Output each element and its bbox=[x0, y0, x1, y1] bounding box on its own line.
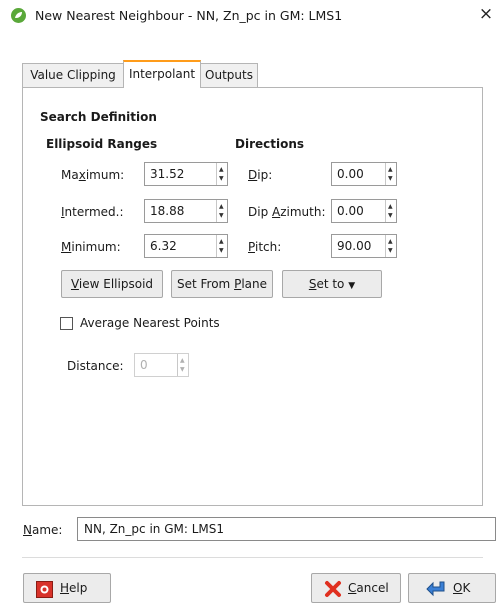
intermed-spin-arrows[interactable]: ▲ ▼ bbox=[216, 200, 227, 222]
distance-spin-arrows[interactable]: ▲ ▼ bbox=[177, 354, 188, 376]
pitch-spinbox[interactable]: 90.00 ▲ ▼ bbox=[331, 234, 397, 258]
help-lifebuoy-icon bbox=[36, 580, 53, 608]
tab-interpolant[interactable]: Interpolant bbox=[123, 60, 201, 88]
directions-heading: Directions bbox=[235, 137, 305, 151]
set-to-dropdown-button[interactable]: Set to ▼ bbox=[282, 270, 382, 298]
cancel-x-icon bbox=[324, 580, 342, 608]
distance-spinbox[interactable]: 0 ▲ ▼ bbox=[134, 353, 189, 377]
view-ellipsoid-button[interactable]: View Ellipsoid bbox=[61, 270, 163, 298]
minimum-label: Minimum: bbox=[61, 240, 121, 254]
ok-button[interactable]: OK bbox=[408, 573, 496, 603]
close-icon[interactable]: × bbox=[476, 3, 496, 25]
dip-spinbox[interactable]: 0.00 ▲ ▼ bbox=[331, 162, 397, 186]
dip-label: Dip: bbox=[248, 168, 273, 182]
minimum-spinbox[interactable]: 6.32 ▲ ▼ bbox=[144, 234, 228, 258]
maximum-spinbox[interactable]: 31.52 ▲ ▼ bbox=[144, 162, 228, 186]
help-button[interactable]: Help bbox=[23, 573, 111, 603]
footer-divider bbox=[22, 557, 483, 558]
intermed-value: 18.88 bbox=[150, 204, 185, 218]
ok-arrow-icon bbox=[425, 580, 447, 608]
section-title-search-definition: Search Definition bbox=[40, 110, 157, 124]
distance-label: Distance: bbox=[67, 359, 124, 373]
dip-azimuth-spinbox[interactable]: 0.00 ▲ ▼ bbox=[331, 199, 397, 223]
cancel-button[interactable]: Cancel bbox=[311, 573, 401, 603]
ellipsoid-ranges-heading: Ellipsoid Ranges bbox=[46, 137, 158, 151]
name-field[interactable]: NN, Zn_pc in GM: LMS1 bbox=[77, 517, 496, 541]
tab-outputs[interactable]: Outputs bbox=[200, 63, 258, 87]
app-leaf-icon bbox=[11, 8, 26, 23]
pitch-spin-arrows[interactable]: ▲ ▼ bbox=[385, 235, 396, 257]
window-title: New Nearest Neighbour - NN, Zn_pc in GM:… bbox=[35, 8, 343, 23]
distance-value: 0 bbox=[140, 358, 148, 372]
tab-value-clipping[interactable]: Value Clipping bbox=[22, 63, 124, 87]
maximum-label: Maximum: bbox=[61, 168, 125, 182]
maximum-spin-arrows[interactable]: ▲ ▼ bbox=[216, 163, 227, 185]
dip-spin-arrows[interactable]: ▲ ▼ bbox=[385, 163, 396, 185]
name-label: Name: bbox=[23, 523, 63, 537]
dip-azimuth-label: Dip Azimuth: bbox=[248, 205, 326, 219]
average-nearest-points-label: Average Nearest Points bbox=[80, 316, 220, 330]
pitch-value: 90.00 bbox=[337, 239, 372, 253]
pitch-label: Pitch: bbox=[248, 240, 282, 254]
name-field-value: NN, Zn_pc in GM: LMS1 bbox=[84, 522, 224, 536]
minimum-value: 6.32 bbox=[150, 239, 177, 253]
intermed-spinbox[interactable]: 18.88 ▲ ▼ bbox=[144, 199, 228, 223]
dip-azimuth-spin-arrows[interactable]: ▲ ▼ bbox=[385, 200, 396, 222]
average-nearest-points-checkbox[interactable] bbox=[60, 317, 73, 330]
chevron-down-icon: ▼ bbox=[348, 281, 356, 291]
maximum-value: 31.52 bbox=[150, 167, 185, 181]
set-from-plane-button[interactable]: Set From Plane bbox=[171, 270, 273, 298]
title-bar: New Nearest Neighbour - NN, Zn_pc in GM:… bbox=[0, 0, 500, 30]
dip-value: 0.00 bbox=[337, 167, 364, 181]
dip-azimuth-value: 0.00 bbox=[337, 204, 364, 218]
minimum-spin-arrows[interactable]: ▲ ▼ bbox=[216, 235, 227, 257]
intermed-label: Intermed.: bbox=[61, 205, 124, 219]
